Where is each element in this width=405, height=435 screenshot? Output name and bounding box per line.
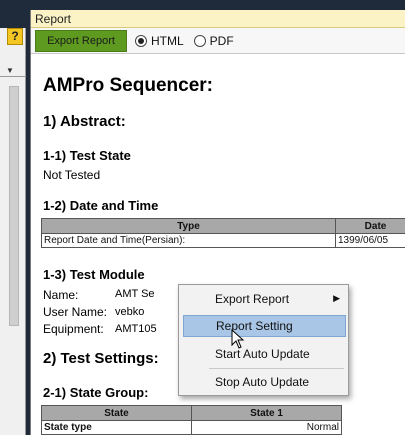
state-cell-type: State type (41, 420, 192, 435)
datetime-col-date: Date (335, 218, 405, 234)
test-module-heading: 1-3) Test Module (43, 267, 145, 282)
abstract-heading: 1) Abstract: (43, 113, 126, 130)
table-row: Report Date and Time(Persian): 1399/06/0… (41, 233, 405, 248)
datetime-col-type: Type (41, 218, 336, 234)
test-state-heading: 1-1) Test State (43, 148, 131, 163)
state-table: State State 1 State type Normal (41, 405, 342, 435)
datetime-table: Type Date Report Date and Time(Persian):… (41, 218, 405, 248)
html-radio[interactable] (135, 34, 147, 47)
module-user-label: User Name: (43, 305, 108, 319)
menu-item-label: Stop Auto Update (215, 375, 310, 389)
menu-item-stop-auto-update[interactable]: Stop Auto Update (183, 371, 346, 393)
table-row: State type Normal (41, 420, 342, 435)
menu-item-label: Export Report (215, 292, 290, 306)
menu-item-report-setting[interactable]: Report Setting (183, 315, 346, 337)
help-button[interactable]: ? (7, 28, 23, 45)
menu-item-label: Report Setting (216, 319, 293, 333)
menu-item-label: Start Auto Update (215, 347, 310, 361)
report-title: AMPro Sequencer: (43, 75, 213, 96)
dropdown-arrow-icon[interactable]: ▼ (6, 66, 20, 75)
menu-separator (209, 368, 344, 369)
module-name-value: AMT Se (115, 288, 155, 300)
radio-selected-dot (138, 37, 144, 44)
context-menu: Export Report ▶ Report Setting Start Aut… (178, 284, 349, 396)
state-cell-value: Normal (191, 420, 342, 435)
export-report-button[interactable]: Export Report (35, 29, 127, 52)
toolbar: Export Report HTML PDF (31, 28, 405, 54)
pdf-radio[interactable] (193, 34, 206, 47)
module-user-value: vebko (115, 306, 145, 318)
datetime-cell-date: 1399/06/05 (335, 233, 405, 248)
left-divider (0, 76, 26, 77)
datetime-heading: 1-2) Date and Time (43, 198, 159, 213)
pdf-label: PDF (209, 33, 234, 48)
mouse-cursor-icon (231, 329, 245, 349)
test-settings-heading: 2) Test Settings: (43, 350, 159, 367)
state-group-heading: 2-1) State Group: (43, 385, 149, 400)
state-col-state: State (41, 405, 192, 421)
module-name-label: Name: (43, 288, 79, 302)
left-scrollbar[interactable] (9, 86, 19, 326)
datetime-cell-type: Report Date and Time(Persian): (41, 233, 336, 248)
left-panel: ▼ (0, 28, 26, 435)
submenu-arrow-icon: ▶ (333, 293, 340, 303)
test-state-value: Not Tested (43, 168, 101, 182)
screen: ▼ ? Report Export Report HTML PDF AMPro … (0, 0, 405, 435)
menu-item-start-auto-update[interactable]: Start Auto Update (183, 343, 346, 365)
html-label: HTML (151, 33, 184, 48)
module-equipment-label: Equipment: (43, 322, 104, 336)
window-title: Report (31, 10, 405, 28)
menu-item-export-report[interactable]: Export Report ▶ (183, 288, 346, 310)
format-radio-group: HTML PDF (135, 34, 244, 48)
module-equipment-value: AMT105 (115, 323, 157, 335)
state-col-state1: State 1 (191, 405, 342, 421)
